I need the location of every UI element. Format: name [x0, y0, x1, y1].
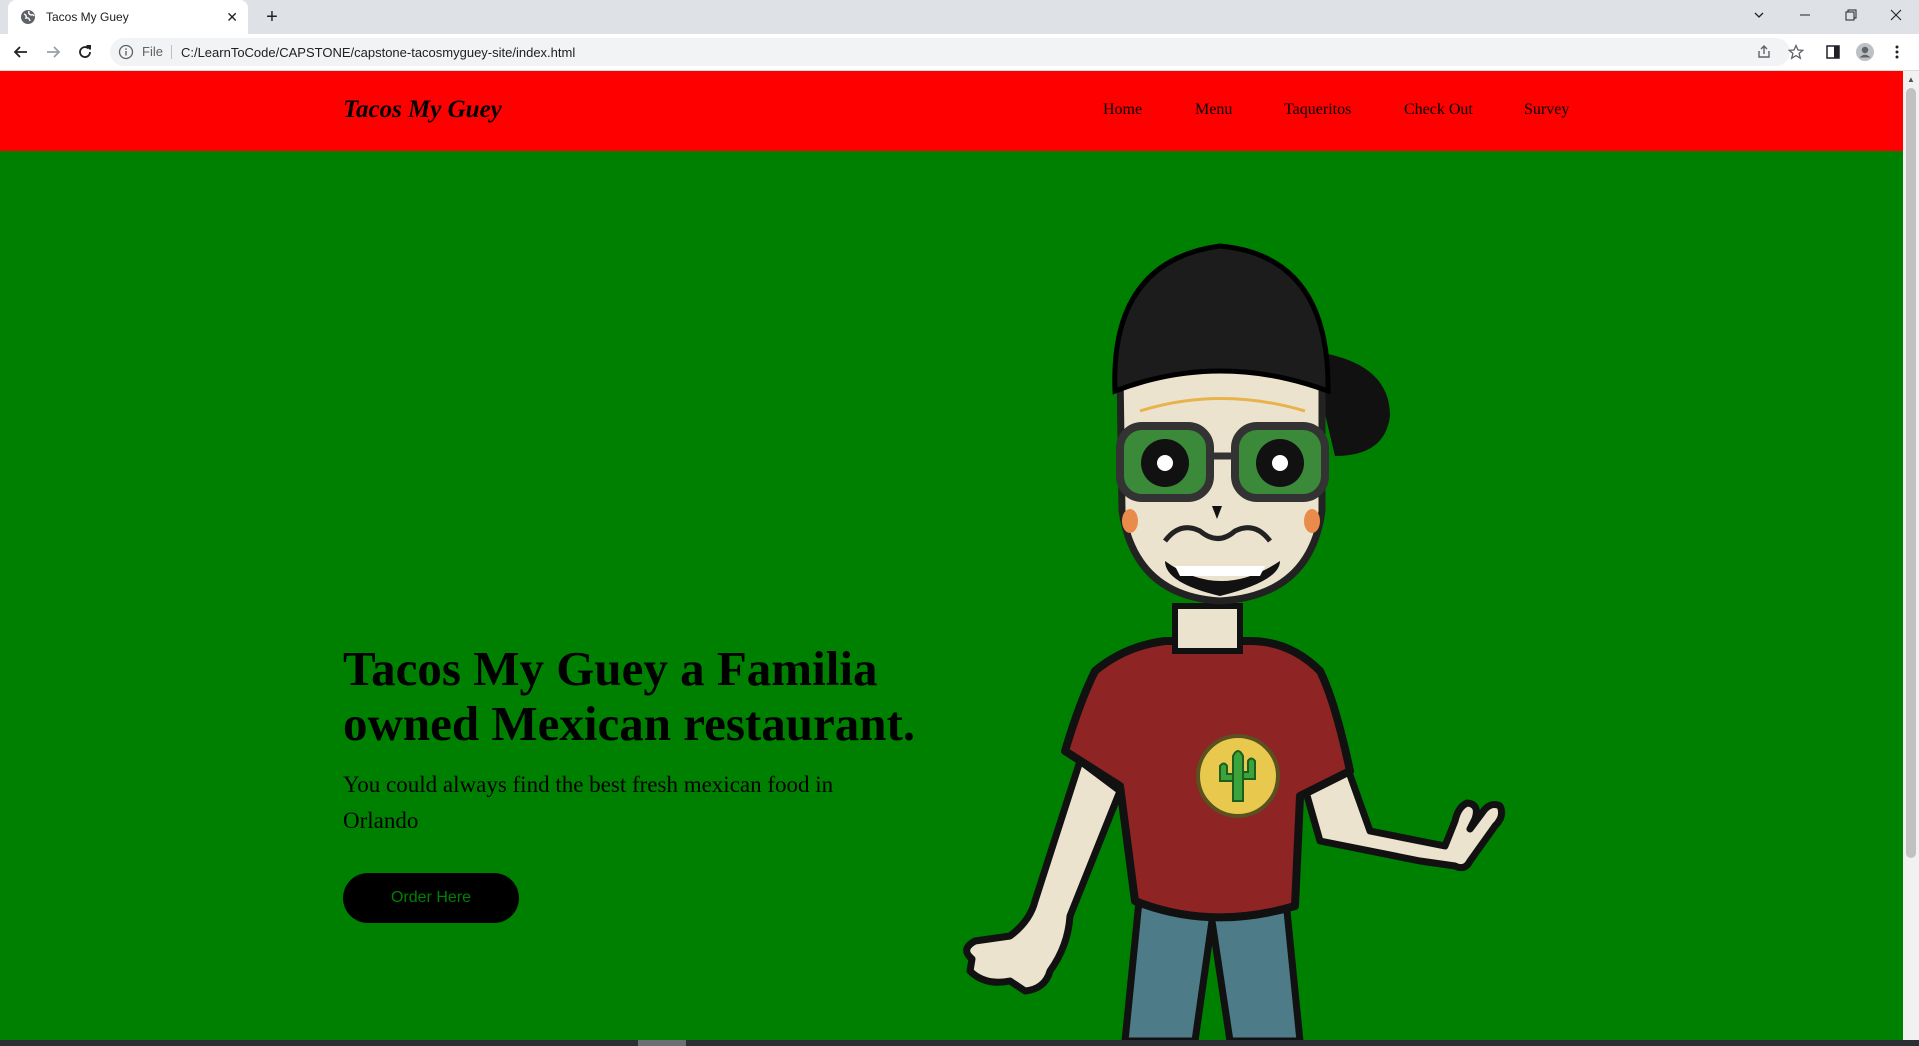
side-panel-icon[interactable]: [1821, 40, 1845, 64]
horizontal-scroll-thumb[interactable]: [638, 1040, 686, 1046]
restore-icon[interactable]: [1828, 0, 1874, 30]
skeleton-mascot-illustration: [963, 243, 1506, 1040]
share-icon[interactable]: [1752, 40, 1776, 64]
kebab-menu-icon[interactable]: [1885, 40, 1909, 64]
new-tab-button[interactable]: +: [260, 5, 284, 29]
horizontal-scrollbar[interactable]: [0, 1040, 1919, 1046]
url-text[interactable]: C:/LearnToCode/CAPSTONE/capstone-tacosmy…: [181, 45, 575, 60]
vertical-scroll-thumb[interactable]: [1906, 88, 1916, 858]
tab-title: Tacos My Guey: [46, 10, 129, 24]
browser-tab[interactable]: Tacos My Guey ✕: [8, 0, 248, 34]
nav-link-check-out[interactable]: Check Out: [1404, 101, 1473, 119]
browser-tabstrip: Tacos My Guey ✕ +: [0, 0, 1919, 34]
back-arrow-icon[interactable]: [9, 40, 33, 64]
close-window-icon[interactable]: [1873, 0, 1919, 30]
nav-link-taqueritos[interactable]: Taqueritos: [1284, 101, 1351, 119]
nav-link-home[interactable]: Home: [1103, 101, 1142, 119]
globe-icon: [20, 9, 36, 25]
close-tab-icon[interactable]: ✕: [226, 9, 238, 26]
profile-avatar-icon[interactable]: [1853, 40, 1877, 64]
bookmark-star-icon[interactable]: [1784, 40, 1808, 64]
nav-link-survey[interactable]: Survey: [1524, 101, 1569, 119]
reload-icon[interactable]: [73, 40, 97, 64]
info-icon[interactable]: [118, 44, 134, 60]
scroll-up-arrow-icon[interactable]: ▲: [1903, 71, 1919, 87]
vertical-scrollbar[interactable]: ▲: [1903, 71, 1919, 1040]
browser-toolbar: File C:/LearnToCode/CAPSTONE/capstone-ta…: [0, 34, 1919, 71]
url-scheme: File: [142, 45, 172, 59]
hero-title: Tacos My Guey a Familia owned Mexican re…: [343, 641, 916, 751]
page-viewport: Tacos My Guey Home Menu Taqueritos Check…: [0, 71, 1903, 1040]
hero-subtitle: You could always find the best fresh mex…: [343, 772, 834, 833]
address-bar[interactable]: File C:/LearnToCode/CAPSTONE/capstone-ta…: [110, 38, 1790, 66]
site-brand[interactable]: Tacos My Guey: [343, 96, 502, 124]
forward-arrow-icon[interactable]: [41, 40, 65, 64]
nav-link-menu[interactable]: Menu: [1195, 101, 1232, 119]
site-navbar: Tacos My Guey Home Menu Taqueritos Check…: [0, 71, 1903, 151]
minimize-icon[interactable]: [1782, 0, 1828, 30]
order-here-button[interactable]: Order Here: [343, 873, 519, 923]
tab-search-icon[interactable]: [1736, 0, 1782, 30]
